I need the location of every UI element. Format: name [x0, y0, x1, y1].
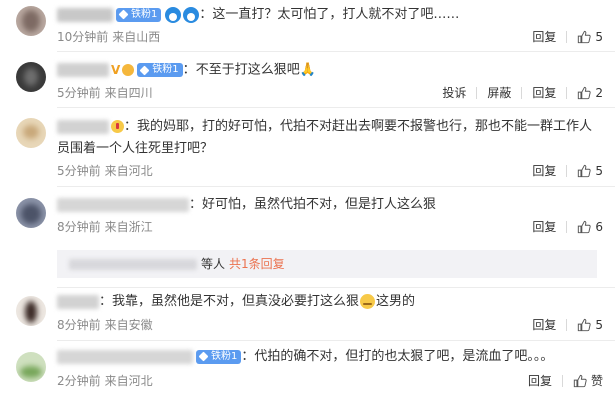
- comment-actions: 投诉 屏蔽 回复 2: [432, 84, 603, 101]
- like-button[interactable]: 2: [567, 86, 603, 100]
- username[interactable]: [57, 197, 189, 212]
- comment-time: 2分钟前: [57, 374, 101, 388]
- comment-location: 来自山西: [112, 30, 161, 44]
- like-count: 5: [595, 29, 603, 44]
- comment-meta: 2分钟前 来自河北: [57, 372, 153, 389]
- report-button[interactable]: 投诉: [432, 84, 476, 101]
- comment-text-tail: 这男的: [376, 294, 416, 309]
- colon: ：: [124, 119, 138, 134]
- comment-meta: 10分钟前 来自山西: [57, 28, 160, 45]
- avatar[interactable]: [16, 296, 46, 326]
- comment-time: 10分钟前: [57, 30, 109, 44]
- comment-meta: 5分钟前 来自四川: [57, 84, 153, 101]
- comment-actions: 回复 5: [522, 162, 603, 179]
- colon: ：: [99, 294, 113, 309]
- divider: [57, 186, 615, 187]
- avatar[interactable]: [16, 352, 46, 382]
- divider: [57, 287, 615, 288]
- divider: [57, 51, 615, 52]
- colon: ：: [189, 197, 203, 212]
- reply-button[interactable]: 回复: [522, 162, 566, 179]
- block-button[interactable]: 屏蔽: [477, 84, 521, 101]
- reply-summary-text: 等人: [201, 257, 226, 271]
- smirk-face-emoji-icon: [360, 294, 376, 309]
- thumbs-up-icon: [573, 374, 587, 387]
- fan-badge: 铁粉1: [137, 63, 183, 77]
- comment-actions: 回复 6: [522, 218, 603, 235]
- angry-face-emoji-icon: [111, 120, 124, 133]
- like-button[interactable]: 5: [567, 318, 603, 332]
- like-count: 2: [595, 85, 603, 100]
- comment-text: 这一直打？太可怕了，打人就不对了吧……: [212, 7, 460, 22]
- verified-v-icon: V: [111, 63, 121, 77]
- view-replies-link[interactable]: 共1条回复: [229, 257, 285, 271]
- reply-button[interactable]: 回复: [522, 84, 566, 101]
- thumbs-up-icon: [578, 220, 591, 233]
- comment-text: 我的妈耶，打的好可怕，代拍不对赶出去啊要不报警也行，那也不能一群工作人员围着一个…: [57, 119, 593, 156]
- doraemon-emoji-icon: [165, 6, 182, 23]
- username[interactable]: [57, 294, 99, 309]
- comment-text: 我靠，虽然他是不对，但真没必要打这么狠: [112, 294, 360, 309]
- reply-button[interactable]: 回复: [518, 372, 562, 389]
- comment-location: 来自四川: [104, 86, 153, 100]
- reply-summary[interactable]: 等人 共1条回复: [57, 250, 597, 278]
- divider: [57, 107, 615, 108]
- comment-location: 来自河北: [104, 164, 153, 178]
- avatar[interactable]: [16, 118, 46, 148]
- comment-location: 来自河北: [104, 374, 153, 388]
- comment-text: 好可怕，虽然代拍不对，但是打人这么狠: [202, 197, 437, 212]
- comment-actions: 回复 5: [522, 28, 603, 45]
- comment-time: 5分钟前: [57, 164, 101, 178]
- avatar[interactable]: [16, 6, 46, 36]
- comment-actions: 回复 赞: [518, 372, 603, 389]
- colon: ：: [199, 7, 213, 22]
- divider: [57, 340, 615, 341]
- thumbs-up-icon: [578, 318, 591, 331]
- reply-button[interactable]: 回复: [522, 218, 566, 235]
- username[interactable]: [57, 63, 109, 77]
- like-count: 5: [595, 317, 603, 332]
- like-label: 赞: [590, 374, 603, 388]
- comment-time: 5分钟前: [57, 86, 101, 100]
- comment-location: 来自安徽: [104, 318, 153, 332]
- like-button[interactable]: 5: [567, 30, 603, 44]
- avatar[interactable]: [16, 62, 46, 92]
- comment-text: 不至于打这么狠吧🙏: [195, 62, 316, 78]
- like-button[interactable]: 赞: [563, 372, 603, 389]
- like-button[interactable]: 6: [567, 220, 603, 234]
- like-count: 5: [595, 163, 603, 178]
- username[interactable]: [57, 119, 109, 134]
- colon: ：: [182, 62, 196, 78]
- colon: ：: [241, 349, 255, 364]
- username[interactable]: [57, 349, 193, 364]
- doraemon-emoji-icon: [183, 6, 200, 23]
- comment-actions: 回复 5: [522, 316, 603, 333]
- comment-meta: 8分钟前 来自安徽: [57, 316, 153, 333]
- fan-badge: 铁粉1: [196, 349, 242, 364]
- comment-meta: 5分钟前 来自河北: [57, 162, 153, 179]
- comment-location: 来自浙江: [104, 220, 153, 234]
- thumbs-up-icon: [578, 164, 591, 177]
- thumbs-up-icon: [578, 30, 591, 43]
- comment-meta: 8分钟前 来自浙江: [57, 218, 153, 235]
- like-button[interactable]: 5: [567, 164, 603, 178]
- avatar[interactable]: [16, 198, 46, 228]
- fan-badge: 铁粉1: [116, 7, 162, 22]
- thumbs-up-icon: [578, 86, 591, 99]
- comment-text: 代拍的确不对，但打的也太狠了吧，是流血了吧。。。: [254, 349, 554, 364]
- face-emoji-icon: [122, 64, 135, 76]
- username[interactable]: [57, 7, 113, 22]
- comment-time: 8分钟前: [57, 220, 101, 234]
- like-count: 6: [595, 219, 603, 234]
- reply-usernames: [69, 259, 197, 270]
- reply-button[interactable]: 回复: [522, 28, 566, 45]
- comment-time: 8分钟前: [57, 318, 101, 332]
- reply-button[interactable]: 回复: [522, 316, 566, 333]
